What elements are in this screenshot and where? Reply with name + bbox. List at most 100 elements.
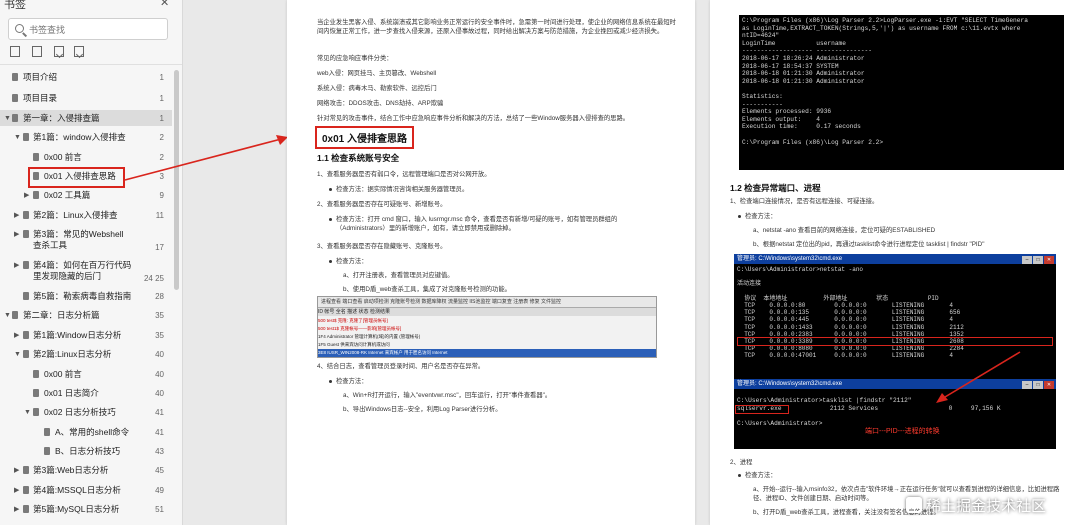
sidebar-close-icon[interactable]: ✕: [160, 0, 169, 9]
bookmark-item[interactable]: ▼ 第2篇:Linux日志分析 40: [0, 349, 172, 361]
page-number: 49: [155, 486, 164, 495]
current-bookmark-highlight: [28, 167, 125, 188]
paragraph: web入侵：网页挂马、主页篡改、Webshell: [317, 70, 437, 77]
paragraph: 1、检查端口连接情况，是否有远程连接、可疑连接。: [730, 198, 879, 205]
chevron-down-icon[interactable]: ▼: [14, 349, 21, 360]
document-icon: [23, 486, 29, 494]
page-number: 11: [155, 211, 164, 220]
bookmark-label: B、日志分析技巧: [55, 446, 121, 456]
document-icon: [44, 428, 50, 436]
chevron-down-icon[interactable]: ▼: [4, 113, 11, 124]
bookmark-label: 项目目录: [23, 93, 58, 103]
page-number: 40: [155, 389, 164, 398]
close-icon[interactable]: ✕: [1044, 381, 1054, 389]
bookmark-item[interactable]: ▶ 第5篇:MySQL日志分析 51: [0, 504, 172, 516]
chevron-right-icon[interactable]: ▶: [14, 485, 19, 496]
bookmark-item[interactable]: 0x00 前言 40: [0, 369, 172, 381]
table-header: ID 帐号 全名 描述 状态 检测结果: [318, 308, 656, 316]
bookmark-icon[interactable]: [74, 46, 84, 57]
bookmark-item[interactable]: ▶ 第2篇：Linux入侵排查 11: [0, 210, 172, 222]
chevron-right-icon[interactable]: ▶: [24, 190, 29, 201]
paragraph: 检查方法：: [336, 258, 368, 265]
add-bookmark-icon[interactable]: [54, 46, 64, 57]
document-page-right: C:\Program Files (x86)\Log Parser 2.2>Lo…: [710, 0, 1080, 525]
paragraph: 1、查看服务器是否有弱口令，远程管理端口是否对公网开放。: [317, 171, 491, 178]
document-icon: [23, 211, 29, 219]
page-number: 45: [155, 466, 164, 475]
watermark: 稀土掘金技术社区: [926, 498, 1047, 515]
page-number: 17: [155, 243, 164, 252]
close-icon[interactable]: ✕: [1044, 256, 1054, 264]
page-number: 24 25: [143, 274, 164, 283]
logparser-console: C:\Program Files (x86)\Log Parser 2.2>Lo…: [739, 15, 1064, 170]
bookmark-item[interactable]: ▼ 0x02 日志分析技巧 41: [0, 407, 172, 419]
bookmark-item[interactable]: ▼ 第二章：日志分析篇 35: [0, 310, 172, 322]
document-icon: [44, 447, 50, 455]
bookmark-item[interactable]: ▶ 0x02 工具篇 9: [0, 190, 172, 202]
port-1433-highlight: [737, 337, 1053, 346]
bookmark-label: 第1篇：window入侵排查: [33, 132, 126, 142]
page-number: 35: [155, 311, 164, 320]
chevron-right-icon[interactable]: ▶: [14, 504, 19, 515]
bookmark-item[interactable]: ▶ 第1篇:Window日志分析 35: [0, 330, 172, 342]
maximize-icon[interactable]: □: [1033, 381, 1043, 389]
paragraph: a、打开注册表，查看管理员对应键值。: [343, 272, 454, 279]
maximize-icon[interactable]: □: [1033, 256, 1043, 264]
paragraph: 网络攻击：DDOS攻击、DNS劫持、ARP欺骗: [317, 100, 444, 107]
chevron-down-icon[interactable]: ▼: [24, 407, 31, 418]
bookmark-item[interactable]: 0x01 日志简介 40: [0, 388, 172, 400]
paragraph: 检查方法：据实际情况咨询相关服务器管理员。: [336, 186, 469, 193]
collapse-all-icon[interactable]: [32, 46, 42, 57]
bookmark-label: 项目介绍: [23, 72, 58, 82]
subsection-heading: 1.1 检查系统账号安全: [317, 153, 400, 163]
bookmark-item[interactable]: A、常用的shell命令 41: [0, 427, 172, 439]
document-icon: [23, 350, 29, 358]
paragraph: 检查方法：打开 cmd 窗口，输入 lusrmgr.msc 命令，查看是否有新增…: [336, 216, 618, 232]
chevron-right-icon[interactable]: ▶: [14, 330, 19, 341]
chevron-right-icon[interactable]: ▶: [14, 465, 19, 476]
paragraph: 常见的应急响应事件分类：: [317, 55, 393, 62]
chevron-right-icon[interactable]: ▶: [14, 260, 19, 271]
bookmark-item[interactable]: ▶ 第3篇：常见的Webshell 查杀工具 17: [0, 229, 172, 253]
bookmark-item[interactable]: ▶ 第4篇：如何在百万行代码 里发现隐藏的后门 24 25: [0, 260, 172, 286]
bookmark-search-box[interactable]: [8, 18, 168, 40]
document-icon: [23, 505, 29, 513]
bookmark-item[interactable]: 第5篇：勒索病毒自救指南 28: [0, 291, 172, 303]
bookmark-item[interactable]: ▶ 第4篇:MSSQL日志分析 49: [0, 485, 172, 497]
page-number: 41: [155, 428, 164, 437]
chevron-right-icon[interactable]: ▶: [14, 210, 19, 221]
bookmark-label: 第4篇：如何在百万行代码 里发现隐藏的后门: [33, 260, 132, 281]
expand-all-icon[interactable]: [10, 46, 20, 57]
search-icon: [15, 24, 24, 33]
bookmark-label: 0x00 前言: [44, 152, 82, 162]
subsection-heading: 1.2 检查异常端口、进程: [730, 183, 821, 193]
document-icon: [12, 94, 18, 102]
minimize-icon[interactable]: –: [1022, 256, 1032, 264]
bookmark-item[interactable]: B、日志分析技巧 43: [0, 446, 172, 458]
chevron-down-icon[interactable]: ▼: [14, 132, 21, 143]
bookmark-item[interactable]: 项目目录 1: [0, 93, 172, 105]
table-row: 1F4 Administrator 管理计算机(域)的内置 (管理帐号): [318, 334, 421, 339]
bookmark-search-input[interactable]: [29, 22, 159, 37]
bookmark-item[interactable]: ▶ 第3篇:Web日志分析 45: [0, 465, 172, 477]
bookmark-item[interactable]: 项目介绍 1: [0, 72, 172, 84]
bookmark-label: 0x01 日志简介: [44, 388, 99, 398]
document-icon: [33, 389, 39, 397]
paragraph: 2、查看服务器是否存在可疑账号、新增账号。: [317, 201, 447, 208]
paragraph: 2、进程: [730, 459, 753, 466]
annotation-arrow: [936, 351, 1021, 403]
paragraph: b、使用D盾_web查杀工具，集成了对克隆账号检测的功能。: [343, 286, 511, 293]
bookmark-label: 第2篇：Linux入侵排查: [33, 210, 118, 220]
paragraph: 系统入侵：病毒木马、勒索软件、远控后门: [317, 85, 437, 92]
chevron-right-icon[interactable]: ▶: [14, 229, 19, 240]
bookmark-label: A、常用的shell命令: [55, 427, 130, 437]
bookmark-label: 第1篇:Window日志分析: [33, 330, 122, 340]
page-number: 40: [155, 350, 164, 359]
table-row: 3E8 IUSR_WIN2008-RK Internet 来宾帐户 用于匿名访问…: [318, 349, 656, 357]
bullet: [329, 380, 332, 383]
chevron-down-icon[interactable]: ▼: [4, 310, 11, 321]
document-icon: [33, 370, 39, 378]
document-icon: [33, 408, 39, 416]
paragraph: 检查方法：: [745, 472, 777, 479]
bookmark-label: 第3篇：常见的Webshell 查杀工具: [33, 229, 124, 250]
